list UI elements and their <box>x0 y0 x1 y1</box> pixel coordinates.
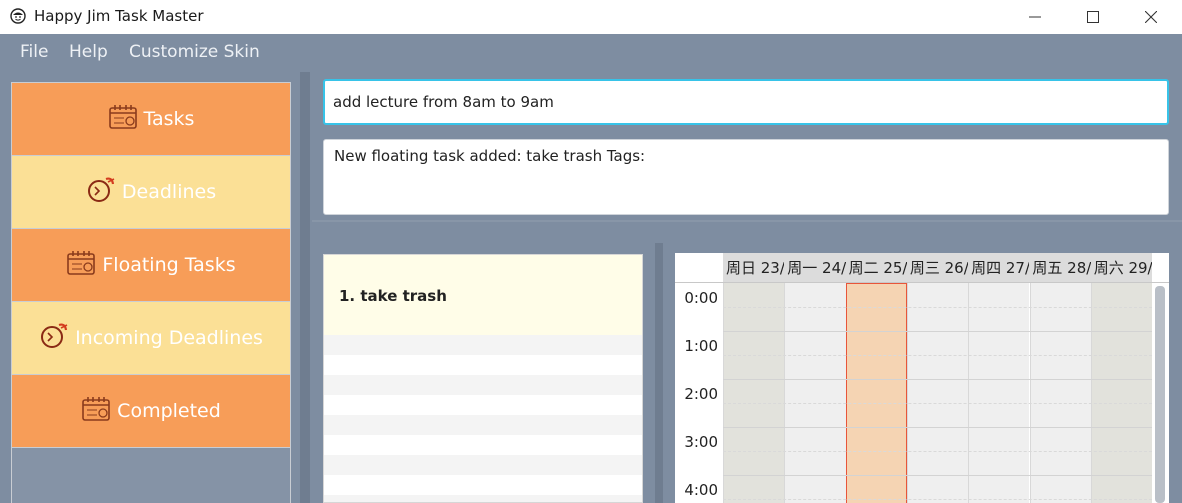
alarm-clock-icon <box>86 176 116 209</box>
sidebar-item-label: Floating Tasks <box>102 254 236 276</box>
menu-file[interactable]: File <box>20 42 48 62</box>
sidebar: Tasks Deadlines Floating Tasks Incoming … <box>11 82 291 503</box>
menu-bar: File Help Customize Skin <box>0 34 1182 72</box>
panel-divider[interactable] <box>300 72 310 503</box>
minimize-button[interactable] <box>1006 0 1064 34</box>
week-calendar: 周日 23/ 周一 24/ 周二 25/ 周三 26/ 周四 27/ 周五 28… <box>675 253 1169 503</box>
list-row-empty <box>324 455 642 475</box>
list-row-empty <box>324 395 642 415</box>
list-item[interactable]: 1. take trash <box>324 255 642 335</box>
command-input[interactable] <box>323 79 1169 125</box>
minimize-icon <box>1029 11 1041 23</box>
sidebar-item-floating-tasks[interactable]: Floating Tasks <box>12 229 290 302</box>
sidebar-item-completed[interactable]: Completed <box>12 375 290 448</box>
half-hour-line <box>723 499 1152 500</box>
result-display: New floating task added: take trash Tags… <box>323 139 1169 215</box>
list-row-empty <box>324 415 642 435</box>
sidebar-item-label: Completed <box>117 400 221 422</box>
calendar-icon <box>108 104 138 135</box>
list-row-empty <box>324 335 642 355</box>
day-column[interactable] <box>784 283 846 503</box>
list-row-empty <box>324 475 642 495</box>
menu-help[interactable]: Help <box>69 42 108 62</box>
calendar-grid[interactable]: 0:00 1:00 2:00 3:00 4:00 <box>675 282 1169 503</box>
title-bar: Happy Jim Task Master <box>0 0 1182 34</box>
time-label: 1:00 <box>684 337 718 355</box>
maximize-button[interactable] <box>1064 0 1122 34</box>
time-label: 3:00 <box>684 433 718 451</box>
hour-line <box>723 427 1152 428</box>
calendar-icon <box>66 250 96 281</box>
day-header[interactable]: 周四 27/ <box>968 253 1029 282</box>
day-header[interactable]: 周三 26/ <box>907 253 968 282</box>
calendar-icon <box>81 396 111 427</box>
day-header[interactable]: 周二 25/ <box>846 253 907 282</box>
day-header[interactable]: 周六 29/ <box>1091 253 1152 282</box>
time-label: 2:00 <box>684 385 718 403</box>
sidebar-item-tasks[interactable]: Tasks <box>12 83 290 156</box>
window-title: Happy Jim Task Master <box>34 7 204 25</box>
day-column[interactable] <box>968 283 1030 503</box>
sidebar-item-label: Incoming Deadlines <box>75 327 263 349</box>
half-hour-line <box>723 355 1152 356</box>
menu-customize-skin[interactable]: Customize Skin <box>129 42 260 62</box>
divider <box>312 220 1182 222</box>
day-column[interactable] <box>1029 283 1091 503</box>
time-column: 0:00 1:00 2:00 3:00 4:00 <box>675 283 723 503</box>
sidebar-item-label: Deadlines <box>121 181 217 203</box>
hour-line <box>723 331 1152 332</box>
list-row-empty <box>324 495 642 502</box>
day-column[interactable] <box>1090 283 1153 503</box>
sidebar-item-incoming-deadlines[interactable]: Incoming Deadlines <box>12 302 290 375</box>
half-hour-line <box>723 451 1152 452</box>
sidebar-item-label: Tasks <box>143 108 195 130</box>
day-column[interactable] <box>906 283 969 503</box>
list-row-empty <box>324 355 642 375</box>
calendar-scrollbar[interactable] <box>1155 286 1165 503</box>
half-hour-line <box>723 307 1152 308</box>
day-column[interactable] <box>723 283 785 503</box>
smiley-icon <box>10 8 26 24</box>
day-column-today[interactable] <box>845 283 907 503</box>
sidebar-item-deadlines[interactable]: Deadlines <box>12 156 290 229</box>
alarm-clock-icon <box>39 322 69 355</box>
calendar-header: 周日 23/ 周一 24/ 周二 25/ 周三 26/ 周四 27/ 周五 28… <box>723 253 1152 282</box>
hour-line <box>723 475 1152 476</box>
half-hour-line <box>723 403 1152 404</box>
day-header[interactable]: 周一 24/ <box>784 253 845 282</box>
hour-line <box>723 379 1152 380</box>
time-label: 4:00 <box>684 481 718 499</box>
close-button[interactable] <box>1122 0 1180 34</box>
maximize-icon <box>1087 11 1099 23</box>
time-label: 0:00 <box>684 289 718 307</box>
day-header[interactable]: 周日 23/ <box>723 253 784 282</box>
list-row-empty <box>324 375 642 395</box>
list-row-empty <box>324 435 642 455</box>
day-header[interactable]: 周五 28/ <box>1029 253 1090 282</box>
panel-divider[interactable] <box>655 243 663 503</box>
close-icon <box>1145 11 1157 23</box>
floating-task-list[interactable]: 1. take trash <box>323 254 643 503</box>
